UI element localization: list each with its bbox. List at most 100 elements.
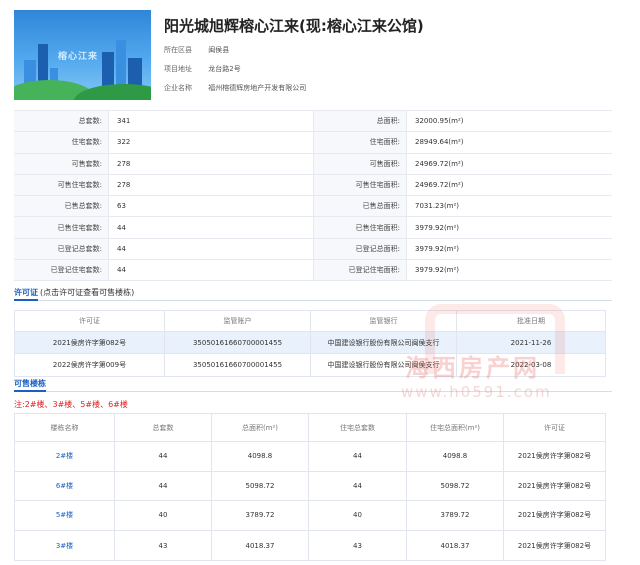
summary-value: 28949.64(m²) [415, 138, 464, 147]
summary-value: 278 [109, 174, 314, 196]
summary-label: 已售总面积: [314, 196, 407, 217]
building-column-header: 总套数 [115, 414, 212, 441]
building-name-link[interactable]: 3#楼 [56, 541, 73, 551]
permit-cell: 35050161660700001455 [165, 354, 311, 376]
address-row: 项目地址 龙台路2号 [164, 64, 241, 74]
summary-value: 44 [109, 217, 314, 238]
building-cell: 2021侯房许字第082号 [517, 541, 592, 550]
building-column-header: 总面积(m²) [212, 414, 309, 441]
summary-row: 可售住宅套数: 278 可售住宅面积: 24969.72(m²) [14, 174, 612, 197]
district-value: 闽侯县 [208, 46, 230, 54]
building-cell[interactable]: 3#楼 [15, 530, 115, 561]
building-name-link[interactable]: 5#楼 [56, 510, 73, 520]
company-row: 企业名称 福州榕德辉房地产开发有限公司 [164, 83, 306, 93]
summary-label: 已登记总套数: [14, 238, 109, 260]
building-row: 2#楼 44 4098.8 44 4098.8 2021侯房许字第082号 [15, 442, 605, 472]
summary-label: 已登记总面积: [314, 238, 407, 260]
summary-row: 可售套数: 278 可售面积: 24969.72(m²) [14, 153, 612, 175]
building-note: 注:2#楼、3#楼、5#楼、6#楼 [14, 400, 128, 409]
permit-column-header: 批准日期 [517, 317, 545, 325]
summary-value: 44 [109, 260, 314, 281]
summary-value: 3979.92(m²) [415, 266, 460, 275]
building-cell: 44 [115, 471, 212, 501]
building-column-header: 住宅总套数 [309, 414, 407, 441]
building-cell: 44 [309, 442, 407, 471]
building-cell: 2021侯房许字第082号 [517, 481, 592, 490]
address-label: 项目地址 [164, 65, 192, 73]
permit-row[interactable]: 2021侯房许字第082号 35050161660700001455 中国建设银行股… [15, 332, 605, 354]
project-banner-image: 榕心江来 [14, 10, 151, 100]
permit-cell: 中国建设银行股份有限公司闽侯支行 [311, 332, 457, 353]
building-cell: 40 [309, 501, 407, 530]
building-column-header: 住宅总面积(m²) [407, 414, 504, 441]
permit-tab[interactable]: 许可证 [14, 288, 38, 301]
building-cell: 4098.8 [407, 442, 504, 471]
building-cell: 44 [309, 471, 407, 501]
permit-section-header: 许可证 (点击许可证查看可售楼栋) [14, 287, 612, 301]
building-header-row: 楼栋名称 总套数 总面积(m²) 住宅总套数 住宅总面积(m²) 许可证 [15, 414, 605, 442]
summary-value: 63 [109, 196, 314, 217]
summary-label: 已售住宅面积: [314, 217, 407, 238]
summary-label: 已售住宅套数: [14, 217, 109, 238]
building-column-header: 许可证 [544, 423, 565, 432]
permit-column-header: 监管账户 [165, 311, 311, 331]
building-cell[interactable]: 2#楼 [15, 442, 115, 471]
banner-sign-text: 榕心江来 [58, 52, 99, 62]
summary-value: 32000.95(m²) [415, 117, 464, 126]
building-cell: 2021侯房许字第082号 [517, 452, 592, 461]
building-cell: 43 [115, 530, 212, 561]
building-cell: 43 [309, 530, 407, 561]
building-row: 6#楼 44 5098.72 44 5098.72 2021侯房许字第082号 [15, 471, 605, 502]
summary-value: 7031.23(m²) [415, 202, 460, 211]
summary-label: 可售套数: [14, 153, 109, 174]
building-cell: 3789.72 [407, 501, 504, 530]
building-cell[interactable]: 6#楼 [15, 471, 115, 501]
address-value: 龙台路2号 [208, 65, 241, 73]
summary-row: 住宅套数: 322 住宅面积: 28949.64(m²) [14, 132, 612, 154]
summary-label: 可售住宅面积: [314, 174, 407, 196]
summary-label: 已登记住宅套数: [14, 260, 109, 281]
permit-hint: (点击许可证查看可售楼栋) [40, 288, 135, 297]
summary-value: 24969.72(m²) [415, 159, 464, 168]
summary-value: 44 [109, 238, 314, 260]
permit-cell: 中国建设银行股份有限公司闽侯支行 [311, 354, 457, 376]
summary-label: 已售总套数: [14, 196, 109, 217]
building-tab[interactable]: 可售楼栋 [14, 379, 46, 392]
company-value: 福州榕德辉房地产开发有限公司 [208, 84, 307, 92]
summary-label: 已登记住宅面积: [314, 260, 407, 281]
summary-row: 已登记住宅套数: 44 已登记住宅面积: 3979.92(m²) [14, 260, 612, 282]
summary-table: 总套数: 341 总面积: 32000.95(m²) 住宅套数: 322 住宅面积: 2894… [14, 110, 612, 282]
permit-row[interactable]: 2022侯房许字第009号 35050161660700001455 中国建设银行股… [15, 354, 605, 376]
summary-row: 总套数: 341 总面积: 32000.95(m²) [14, 111, 612, 133]
permit-cell: 35050161660700001455 [165, 332, 311, 353]
building-section-header: 可售楼栋 [14, 378, 612, 392]
building-cell: 5098.72 [407, 471, 504, 501]
summary-value: 278 [109, 153, 314, 174]
summary-row: 已售住宅套数: 44 已售住宅面积: 3979.92(m²) [14, 217, 612, 239]
company-label: 企业名称 [164, 84, 192, 92]
summary-label: 可售面积: [314, 153, 407, 174]
building-cell: 4018.37 [212, 530, 309, 561]
permit-cell: 2021侯房许字第082号 [15, 332, 165, 353]
building-cell: 44 [115, 442, 212, 471]
building-cell: 4098.8 [212, 442, 309, 471]
building-cell: 3789.72 [212, 501, 309, 530]
permit-header-row: 许可证 监管账户 监管银行 批准日期 [15, 311, 605, 332]
permit-cell: 2022-03-08 [510, 361, 552, 369]
summary-value: 341 [109, 111, 314, 132]
summary-value: 3979.92(m²) [415, 244, 460, 253]
permit-column-header: 监管银行 [311, 311, 457, 331]
district-row: 所在区县 闽侯县 [164, 45, 229, 55]
district-label: 所在区县 [164, 46, 192, 54]
permit-cell: 2022侯房许字第009号 [15, 354, 165, 376]
permit-cell: 2021-11-26 [510, 338, 552, 347]
building-table: 楼栋名称 总套数 总面积(m²) 住宅总套数 住宅总面积(m²) 许可证 2#楼 44 4098… [14, 413, 606, 562]
building-cell[interactable]: 5#楼 [15, 501, 115, 530]
building-name-link[interactable]: 2#楼 [56, 451, 73, 461]
summary-label: 可售住宅套数: [14, 174, 109, 196]
building-cell: 4018.37 [407, 530, 504, 561]
page-title: 阳光城旭辉榕心江来(现:榕心江来公馆) [164, 17, 424, 35]
building-name-link[interactable]: 6#楼 [56, 481, 73, 491]
building-row: 3#楼 43 4018.37 43 4018.37 2021侯房许字第082号 [15, 530, 605, 561]
building-cell: 2021侯房许字第082号 [517, 511, 592, 520]
